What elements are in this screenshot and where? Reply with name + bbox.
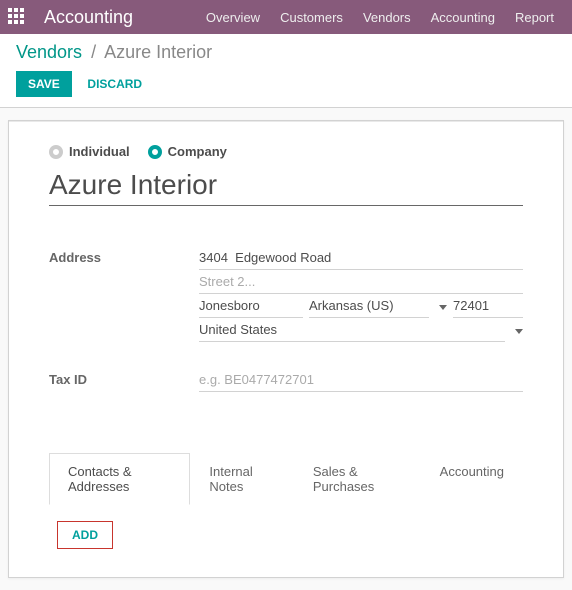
tab-list: Contacts & Addresses Internal Notes Sale… <box>49 452 523 505</box>
menu-customers[interactable]: Customers <box>270 10 353 25</box>
company-type-radios: Individual Company <box>49 144 523 159</box>
radio-circle-icon <box>49 145 63 159</box>
city-input[interactable] <box>199 294 303 318</box>
radio-company-label: Company <box>168 144 227 159</box>
radio-individual[interactable]: Individual <box>49 144 130 159</box>
notebook: Contacts & Addresses Internal Notes Sale… <box>49 452 523 565</box>
tab-contacts-addresses[interactable]: Contacts & Addresses <box>49 453 190 505</box>
breadcrumb-parent[interactable]: Vendors <box>16 42 82 62</box>
chevron-down-icon[interactable] <box>439 305 447 310</box>
state-input[interactable] <box>309 294 429 318</box>
street-input[interactable] <box>199 246 523 270</box>
tax-id-input[interactable] <box>199 368 523 392</box>
radio-individual-label: Individual <box>69 144 130 159</box>
radio-circle-icon <box>148 145 162 159</box>
form-sheet: Individual Company Azure Interior Addres… <box>8 120 564 578</box>
save-button[interactable]: SAVE <box>16 71 72 97</box>
menu-overview[interactable]: Overview <box>196 10 270 25</box>
apps-icon[interactable] <box>8 8 26 26</box>
discard-button[interactable]: DISCARD <box>75 71 154 97</box>
zip-input[interactable] <box>453 294 523 318</box>
breadcrumb: Vendors / Azure Interior <box>16 42 556 63</box>
chevron-down-icon[interactable] <box>515 329 523 334</box>
street2-input[interactable] <box>199 270 523 294</box>
tab-internal-notes[interactable]: Internal Notes <box>190 453 293 505</box>
breadcrumb-separator: / <box>91 42 96 62</box>
partner-name-input[interactable]: Azure Interior <box>49 169 523 206</box>
menu-vendors[interactable]: Vendors <box>353 10 421 25</box>
add-contact-button[interactable]: ADD <box>57 521 113 549</box>
tab-sales-purchases[interactable]: Sales & Purchases <box>294 453 421 505</box>
country-input[interactable] <box>199 318 505 342</box>
app-brand: Accounting <box>44 7 133 28</box>
tab-accounting[interactable]: Accounting <box>421 453 523 505</box>
breadcrumb-current: Azure Interior <box>104 42 212 62</box>
tax-id-label: Tax ID <box>49 368 199 387</box>
main-menu: Overview Customers Vendors Accounting Re… <box>196 10 564 25</box>
menu-reporting[interactable]: Report <box>505 10 564 25</box>
address-label: Address <box>49 246 199 265</box>
radio-company[interactable]: Company <box>148 144 227 159</box>
menu-accounting[interactable]: Accounting <box>421 10 505 25</box>
